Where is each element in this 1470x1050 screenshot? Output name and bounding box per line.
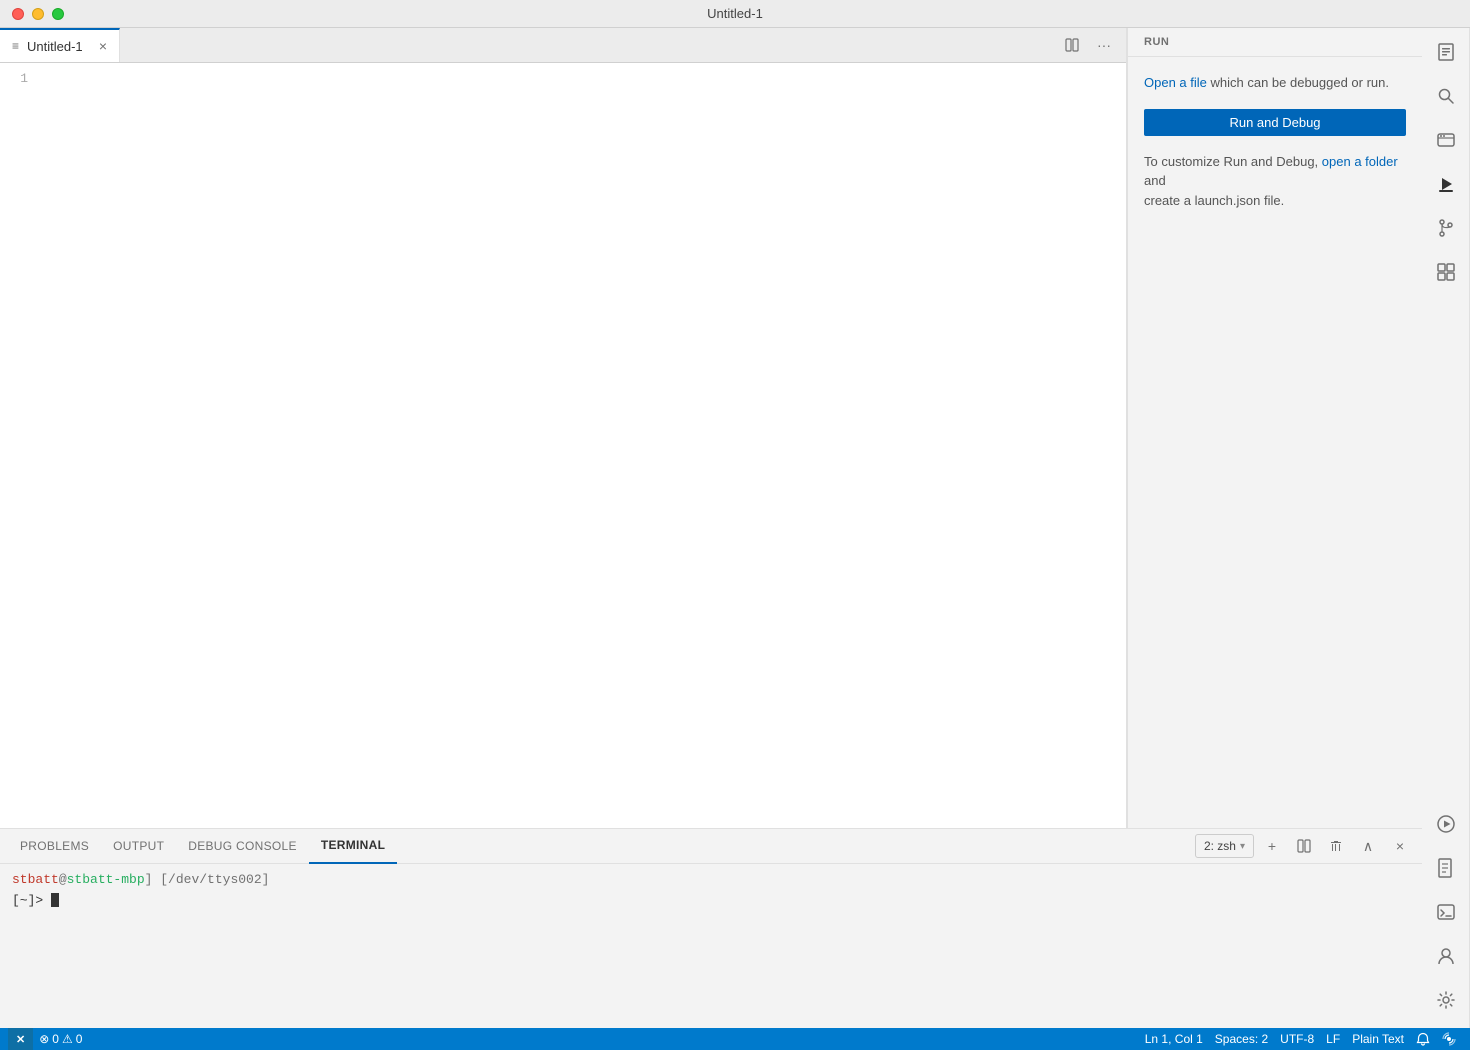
terminal-host: stbatt-mbp bbox=[67, 872, 145, 887]
terminal-line: stbatt@stbatt-mbp] [/dev/ttys002] bbox=[12, 870, 1410, 891]
run-panel-body: Open a file which can be debugged or run… bbox=[1128, 57, 1422, 828]
extensions-icon[interactable] bbox=[1426, 252, 1466, 292]
search-icon[interactable] bbox=[1426, 76, 1466, 116]
customize-prefix: To customize Run and Debug, bbox=[1144, 154, 1322, 169]
no-folder-button[interactable]: ✕ bbox=[8, 1028, 33, 1050]
terminal-icon-sidebar[interactable] bbox=[1426, 892, 1466, 932]
tab-terminal[interactable]: TERMINAL bbox=[309, 829, 397, 864]
tab-actions: ··· bbox=[1058, 28, 1126, 62]
run-description: Open a file which can be debugged or run… bbox=[1144, 73, 1406, 93]
play-circle-icon[interactable] bbox=[1426, 804, 1466, 844]
run-description-suffix: which can be debugged or run. bbox=[1207, 75, 1389, 90]
title-bar: Untitled-1 bbox=[0, 0, 1470, 28]
add-terminal-button[interactable]: + bbox=[1258, 834, 1286, 858]
minimize-button[interactable] bbox=[32, 8, 44, 20]
terminal-prompt: [~]> bbox=[12, 893, 51, 908]
status-bar: ✕ ⊗ 0 ⚠ 0 Ln 1, Col 1 Spaces: 2 UTF-8 LF… bbox=[0, 1028, 1470, 1050]
traffic-lights bbox=[12, 8, 64, 20]
status-right: Ln 1, Col 1 Spaces: 2 UTF-8 LF Plain Tex… bbox=[1139, 1028, 1462, 1050]
language-mode[interactable]: Plain Text bbox=[1346, 1028, 1410, 1050]
code-area[interactable] bbox=[40, 71, 1126, 820]
open-folder-link[interactable]: open a folder bbox=[1322, 154, 1398, 169]
terminal-content[interactable]: stbatt@stbatt-mbp] [/dev/ttys002] [~]> bbox=[0, 864, 1422, 1028]
close-panel-button[interactable]: × bbox=[1386, 834, 1414, 858]
content-area: ≡ Untitled-1 × ··· bbox=[0, 28, 1422, 1028]
panel-tab-actions: 2: zsh ▾ + bbox=[1195, 834, 1414, 858]
chevron-down-icon: ▾ bbox=[1240, 841, 1245, 852]
terminal-prompt-line: [~]> bbox=[12, 891, 1410, 912]
run-customize-text: To customize Run and Debug, open a folde… bbox=[1144, 152, 1406, 211]
delete-terminal-button[interactable] bbox=[1322, 834, 1350, 858]
customize-suffix: andcreate a launch.json file. bbox=[1144, 173, 1284, 208]
run-panel: RUN Open a file which can be debugged or… bbox=[1127, 28, 1422, 828]
terminal-selector[interactable]: 2: zsh ▾ bbox=[1195, 834, 1254, 858]
terminal-at: @ bbox=[59, 872, 67, 887]
file-icon: ≡ bbox=[12, 39, 19, 53]
app-body: ≡ Untitled-1 × ··· bbox=[0, 28, 1470, 1028]
warning-icon: ⚠ bbox=[62, 1032, 73, 1046]
line-numbers: 1 bbox=[0, 71, 40, 820]
errors-button[interactable]: ⊗ 0 ⚠ 0 bbox=[33, 1028, 88, 1050]
error-count: 0 bbox=[52, 1032, 59, 1046]
close-button[interactable] bbox=[12, 8, 24, 20]
remote-icon[interactable] bbox=[1426, 120, 1466, 160]
activity-bar bbox=[1422, 28, 1470, 1028]
broadcast-button[interactable] bbox=[1436, 1028, 1462, 1050]
spaces-indicator[interactable]: Spaces: 2 bbox=[1209, 1028, 1274, 1050]
line-ending-indicator[interactable]: LF bbox=[1320, 1028, 1346, 1050]
panel-tabs: PROBLEMS OUTPUT DEBUG CONSOLE TERMINAL 2… bbox=[0, 829, 1422, 864]
editor-section: ≡ Untitled-1 × ··· bbox=[0, 28, 1422, 828]
terminal-select-value: 2: zsh bbox=[1204, 839, 1236, 853]
tab-close-button[interactable]: × bbox=[99, 38, 107, 54]
run-panel-header: RUN bbox=[1128, 28, 1422, 57]
explorer-icon[interactable] bbox=[1426, 32, 1466, 72]
run-and-debug-button[interactable]: Run and Debug bbox=[1144, 109, 1406, 136]
terminal-user: stbatt bbox=[12, 872, 59, 887]
open-file-link[interactable]: Open a file bbox=[1144, 75, 1207, 90]
account-icon[interactable] bbox=[1426, 936, 1466, 976]
no-folder-x-icon: ✕ bbox=[16, 1033, 25, 1046]
error-icon: ⊗ bbox=[39, 1032, 49, 1046]
terminal-cursor bbox=[51, 893, 59, 907]
maximize-button[interactable] bbox=[52, 8, 64, 20]
split-editor-button[interactable] bbox=[1058, 33, 1086, 57]
panel-up-button[interactable]: ∧ bbox=[1354, 834, 1382, 858]
editor-content[interactable]: 1 bbox=[0, 63, 1126, 828]
notebook-icon[interactable] bbox=[1426, 848, 1466, 888]
notifications-button[interactable] bbox=[1410, 1028, 1436, 1050]
split-terminal-button[interactable] bbox=[1290, 834, 1318, 858]
source-control-icon[interactable] bbox=[1426, 208, 1466, 248]
editor-pane: ≡ Untitled-1 × ··· bbox=[0, 28, 1127, 828]
terminal-path: ] [/dev/ttys002] bbox=[145, 872, 270, 887]
more-actions-button[interactable]: ··· bbox=[1090, 33, 1118, 57]
activity-bar-bottom bbox=[1426, 804, 1466, 1028]
warning-count: 0 bbox=[76, 1032, 83, 1046]
settings-icon[interactable] bbox=[1426, 980, 1466, 1020]
tab-debug-console[interactable]: DEBUG CONSOLE bbox=[176, 829, 309, 864]
tab-label: Untitled-1 bbox=[27, 39, 83, 54]
encoding-indicator[interactable]: UTF-8 bbox=[1274, 1028, 1320, 1050]
window-title: Untitled-1 bbox=[707, 6, 763, 21]
tab-output[interactable]: OUTPUT bbox=[101, 829, 176, 864]
run-debug-icon[interactable] bbox=[1426, 164, 1466, 204]
bottom-panel: PROBLEMS OUTPUT DEBUG CONSOLE TERMINAL 2… bbox=[0, 828, 1422, 1028]
cursor-position[interactable]: Ln 1, Col 1 bbox=[1139, 1028, 1209, 1050]
status-left: ✕ ⊗ 0 ⚠ 0 bbox=[8, 1028, 88, 1050]
tab-problems[interactable]: PROBLEMS bbox=[8, 829, 101, 864]
editor-tab-untitled[interactable]: ≡ Untitled-1 × bbox=[0, 28, 120, 62]
tab-bar: ≡ Untitled-1 × ··· bbox=[0, 28, 1126, 63]
